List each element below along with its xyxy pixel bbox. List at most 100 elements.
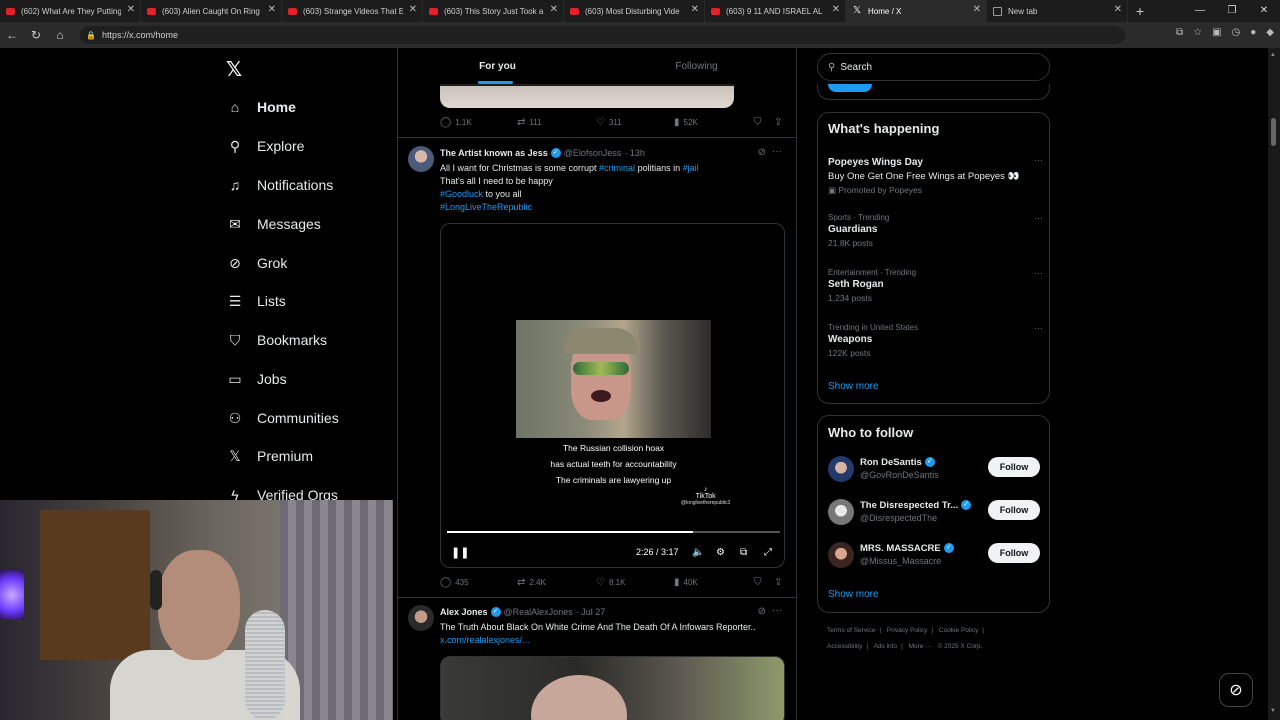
tab-following[interactable]: Following	[597, 48, 796, 86]
more-icon[interactable]: ···	[772, 605, 782, 616]
like-button[interactable]: ♡ 311	[596, 117, 674, 128]
reply-button[interactable]: ◯ 435	[440, 577, 517, 588]
back-icon[interactable]: ←	[0, 28, 24, 42]
follow-button[interactable]: Follow	[988, 543, 1040, 563]
hashtag-link[interactable]: #LongLiveTheRepublic	[440, 202, 532, 212]
avatar[interactable]	[408, 146, 434, 172]
grok-post-icon[interactable]: ⊘	[758, 606, 766, 617]
footer-link[interactable]: More ···	[909, 643, 932, 650]
hashtag-link[interactable]: #Goodluck	[440, 189, 483, 199]
pause-icon[interactable]: ❚❚	[451, 546, 469, 559]
avatar[interactable]	[828, 456, 854, 482]
avatar[interactable]	[408, 605, 434, 631]
nav-home[interactable]: ⌂ Home	[226, 95, 296, 119]
follow-button[interactable]: Follow	[988, 457, 1040, 477]
show-more-link[interactable]: Show more	[828, 589, 879, 600]
avatar[interactable]	[828, 542, 854, 568]
repost-button[interactable]: ⇄ 111	[517, 117, 596, 128]
browser-tab[interactable]: (602) What Are They Putting ✕	[0, 0, 141, 22]
close-icon[interactable]: ✕	[268, 4, 276, 15]
trend-item[interactable]: Trending in United States Weapons 122K p…	[828, 323, 1043, 358]
grok-post-icon[interactable]: ⊘	[758, 147, 766, 158]
nav-explore[interactable]: ⚲ Explore	[226, 134, 305, 158]
bookmark-button[interactable]: ⛉	[754, 117, 774, 128]
nav-notifications[interactable]: ♫ Notifications	[226, 173, 334, 197]
nav-grok[interactable]: ⊘ Grok	[226, 251, 287, 275]
subscribe-button[interactable]	[828, 84, 872, 92]
nav-bookmarks[interactable]: ⛉ Bookmarks	[226, 328, 327, 352]
browser-tab[interactable]: (603) Strange Videos That E ✕	[282, 0, 423, 22]
browser-tab[interactable]: (603) 9 11 AND ISRAEL AL ✕	[705, 0, 846, 22]
bookmark-button[interactable]: ⛉	[754, 577, 774, 588]
browser-tab[interactable]: New tab ✕	[987, 0, 1128, 22]
follow-suggestion[interactable]: MRS. MASSACRE ✓ @Missus_Massacre Follow	[828, 541, 1040, 571]
nav-jobs[interactable]: ▭ Jobs	[226, 367, 286, 391]
follow-suggestion[interactable]: The Disrespected Tr... ✓ @DisrespectedThe…	[828, 498, 1040, 528]
follow-button[interactable]: Follow	[988, 500, 1040, 520]
tab-for-you[interactable]: For you	[398, 48, 597, 86]
search-input[interactable]: ⚲ Search	[817, 53, 1050, 81]
copilot-icon[interactable]: ◆	[1266, 27, 1274, 38]
post-link[interactable]: x.com/realalexjones/...	[440, 635, 530, 645]
profile-icon[interactable]: ●	[1250, 27, 1256, 38]
views-button[interactable]: ▮ 52K	[674, 117, 754, 128]
favorites-icon[interactable]: ☆	[1193, 27, 1202, 38]
share-button[interactable]: ⇪	[774, 117, 782, 128]
maximize-icon[interactable]: ❐	[1216, 0, 1248, 22]
browser-tab-active[interactable]: 𝕏 Home / X ✕	[846, 0, 987, 22]
close-icon[interactable]: ✕	[973, 4, 981, 15]
volume-icon[interactable]: 🔈	[692, 547, 704, 558]
scroll-up-icon[interactable]: ▲	[1270, 52, 1276, 58]
more-icon[interactable]: ···	[772, 146, 782, 157]
trend-item[interactable]: Sports · Trending Guardians 21.8K posts …	[828, 213, 1043, 248]
footer-link[interactable]: Privacy Policy	[887, 627, 927, 634]
like-button[interactable]: ♡ 8.1K	[596, 577, 674, 588]
footer-link[interactable]: Accessibility	[827, 643, 862, 650]
trend-item[interactable]: Entertainment · Trending Seth Rogan 1,23…	[828, 268, 1043, 303]
browser-tab[interactable]: (603) Alien Caught On Ring ✕	[141, 0, 282, 22]
scrollbar-thumb[interactable]	[1271, 118, 1276, 146]
close-icon[interactable]: ✕	[691, 4, 699, 15]
settings-icon[interactable]: ⚙	[716, 547, 725, 558]
nav-communities[interactable]: ⚇ Communities	[226, 406, 339, 430]
follow-suggestion[interactable]: Ron DeSantis ✓ @GovRonDeSantis Follow	[828, 455, 1040, 485]
share-button[interactable]: ⇪	[774, 577, 782, 588]
extensions-icon[interactable]: ⧉	[1176, 27, 1183, 38]
more-icon[interactable]: ···	[1034, 213, 1043, 223]
video-player[interactable]: The Russian collision hoax has actual te…	[440, 223, 785, 568]
footer-link[interactable]: Ads info	[874, 643, 898, 650]
fullscreen-icon[interactable]: ⤢	[764, 547, 772, 558]
close-window-icon[interactable]: ✕	[1248, 0, 1280, 22]
history-icon[interactable]: ◷	[1232, 27, 1241, 38]
views-button[interactable]: ▮ 40K	[674, 577, 754, 588]
footer-link[interactable]: Terms of Service	[827, 627, 875, 634]
nav-premium[interactable]: 𝕏 Premium	[226, 444, 313, 468]
footer-link[interactable]: Cookie Policy	[939, 627, 978, 634]
reload-icon[interactable]: ↻	[24, 28, 48, 42]
close-icon[interactable]: ✕	[127, 4, 135, 15]
avatar[interactable]	[828, 499, 854, 525]
close-icon[interactable]: ✕	[832, 4, 840, 15]
trend-item[interactable]: Popeyes Wings Day Buy One Get One Free W…	[828, 155, 1043, 196]
nav-lists[interactable]: ☰ Lists	[226, 289, 286, 313]
x-logo-icon[interactable]: 𝕏	[226, 57, 242, 82]
close-icon[interactable]: ✕	[409, 4, 417, 15]
more-icon[interactable]: ···	[1034, 268, 1043, 278]
nav-messages[interactable]: ✉ Messages	[226, 212, 321, 236]
repost-button[interactable]: ⇄ 2.4K	[517, 577, 596, 588]
hashtag-link[interactable]: #jail	[683, 163, 699, 173]
collections-icon[interactable]: ▣	[1212, 27, 1221, 38]
more-icon[interactable]: ···	[1034, 323, 1043, 333]
browser-tab[interactable]: (603) This Story Just Took a ✕	[423, 0, 564, 22]
reply-button[interactable]: ◯ 1.1K	[440, 117, 517, 128]
url-field[interactable]: 🔒 https://x.com/home	[80, 26, 1125, 44]
hashtag-link[interactable]: #criminal	[599, 163, 635, 173]
close-icon[interactable]: ✕	[1114, 4, 1122, 15]
minimize-icon[interactable]: —	[1184, 0, 1216, 22]
pip-icon[interactable]: ⧉	[740, 547, 747, 558]
video-progress-bar[interactable]	[447, 531, 780, 533]
close-icon[interactable]: ✕	[550, 4, 558, 15]
scroll-down-icon[interactable]: ▼	[1270, 708, 1276, 714]
home-browser-icon[interactable]: ⌂	[48, 28, 72, 42]
previous-post-media[interactable]	[440, 84, 734, 108]
